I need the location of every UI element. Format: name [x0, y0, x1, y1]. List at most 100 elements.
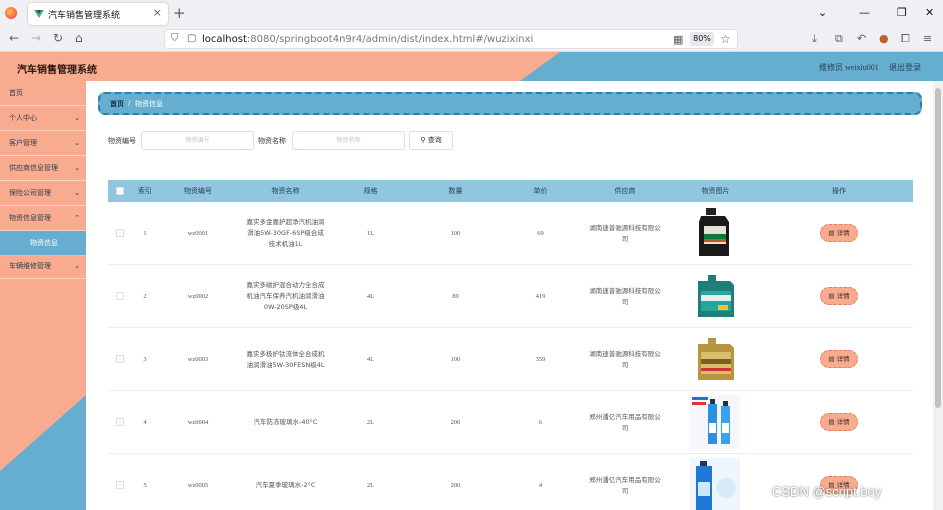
cell-name: 嘉实多极护钛流体全合成机油润滑油5W-30FESN级4L	[246, 349, 325, 369]
logout-link[interactable]: 退出登录	[889, 62, 921, 73]
sidebar-item-label: 保险公司管理	[9, 189, 51, 197]
breadcrumb-current: 物资信息	[135, 100, 163, 108]
cell-name: 汽车防冻玻璃水-40°C	[253, 418, 318, 426]
detail-button[interactable]: ▤ 详情	[820, 350, 858, 368]
app-menu-icon[interactable]: ≡	[923, 32, 932, 45]
cell-qty: 200	[450, 419, 461, 426]
download-icon[interactable]: ⤓	[812, 32, 817, 46]
sidebar-item-label: 车辆维修管理	[9, 262, 51, 270]
detail-button[interactable]: ▤ 详情	[820, 287, 858, 305]
sidebar-item-customers[interactable]: 客户管理 ⌄	[0, 131, 86, 156]
cell-price: 419	[535, 293, 546, 300]
minimize-icon[interactable]: —	[859, 6, 870, 19]
cell-spec: 4L	[366, 356, 375, 363]
cell-supplier: 郑州潘亿汽车用品有限公司	[589, 475, 661, 495]
sidebar-item-insurers[interactable]: 保险公司管理 ⌄	[0, 181, 86, 206]
name-filter-input[interactable]: 物资名称	[292, 131, 405, 150]
chevron-up-icon: ⌃	[74, 214, 80, 222]
page-info-icon[interactable]: ▢	[187, 33, 196, 44]
restore-icon[interactable]: ❐	[897, 6, 907, 19]
close-window-icon[interactable]: ✕	[925, 6, 934, 19]
row-checkbox[interactable]	[116, 229, 124, 237]
sidebar: 首页 个人中心 ⌄ 客户管理 ⌄ 供应商信息管理 ⌄ 保险公司管理 ⌄ 物资信息管理 ⌃ …	[0, 81, 86, 510]
cell-supplier: 湖南速普驰源科技有限公司	[589, 286, 661, 306]
cell-price: 69	[537, 230, 544, 237]
blue-washer-bottles-image[interactable]	[690, 395, 740, 449]
name-filter-label: 物资名称	[258, 137, 286, 145]
row-checkbox[interactable]	[116, 418, 124, 426]
cell-supplier: 郑州潘亿汽车用品有限公司	[589, 412, 661, 432]
qr-code-icon[interactable]: ▦	[673, 33, 683, 46]
cell-supplier: 湖南速普驰源科技有限公司	[589, 349, 661, 369]
cell-index: 5	[143, 482, 147, 489]
current-user: 维修员 weixiu001	[819, 63, 879, 72]
chevron-down-icon: ⌄	[74, 114, 80, 122]
zoom-level[interactable]: 80%	[690, 32, 714, 46]
sidebar-item-label: 供应商信息管理	[9, 164, 58, 172]
sidebar-item-home[interactable]: 首页	[0, 81, 86, 106]
tab-list-icon[interactable]: ⌄	[818, 6, 827, 19]
detail-button[interactable]: ▤ 详情	[820, 413, 858, 431]
new-tab-icon[interactable]: +	[173, 4, 186, 22]
search-button[interactable]: ⚲ 查询	[409, 131, 453, 150]
undo-icon[interactable]: ↶	[857, 32, 866, 45]
blue-washer-bottle-image[interactable]	[690, 458, 740, 510]
th-index: 索引	[138, 187, 152, 195]
breadcrumb-home[interactable]: 首页	[110, 99, 124, 109]
row-checkbox[interactable]	[116, 355, 124, 363]
main-content: 首页 / 物资信息 物资编号 物资编号 物资名称 物资名称 ⚲ 查询 索引 物资…	[86, 81, 933, 510]
back-icon[interactable]: ←	[9, 31, 19, 45]
sidebar-item-repairs[interactable]: 车辆维修管理 ⌄	[0, 254, 86, 279]
cell-supplier: 湖南速普驰源科技有限公司	[589, 223, 661, 243]
url-text[interactable]: localhost:8080/springboot4n9r4/admin/dis…	[202, 34, 533, 45]
cell-qty: 200	[450, 482, 461, 489]
firefox-menu-icon[interactable]	[5, 7, 17, 19]
browser-tab[interactable]: 汽车销售管理系统 ×	[28, 3, 168, 25]
forward-icon[interactable]: →	[31, 31, 41, 45]
sidebar-item-personal-center[interactable]: 个人中心 ⌄	[0, 106, 86, 131]
gold-oil-jug-image[interactable]	[690, 332, 740, 386]
th-code: 物资编号	[184, 187, 212, 195]
url-bar[interactable]: ⛉ ▢ localhost:8080/springboot4n9r4/admin…	[164, 29, 738, 49]
shield-icon[interactable]: ⛉	[171, 33, 179, 44]
row-checkbox[interactable]	[116, 292, 124, 300]
scrollbar-thumb[interactable]	[935, 88, 941, 408]
cell-spec: 1L	[366, 230, 375, 237]
teal-oil-jug-image[interactable]	[690, 269, 740, 323]
sidebar-item-label: 客户管理	[9, 139, 37, 147]
cell-index: 3	[143, 356, 147, 363]
cell-spec: 4L	[366, 293, 375, 300]
extensions-puzzle-icon[interactable]: ⧠	[901, 32, 910, 46]
extension-fox-icon[interactable]: ●	[879, 32, 889, 45]
black-oil-bottle-image[interactable]	[690, 206, 740, 260]
detail-button[interactable]: ▤ 详情	[820, 224, 858, 242]
sidebar-item-suppliers[interactable]: 供应商信息管理 ⌄	[0, 156, 86, 181]
chevron-down-icon: ⌄	[74, 189, 80, 197]
chevron-down-icon: ⌄	[74, 262, 80, 270]
select-all-checkbox[interactable]	[116, 187, 124, 195]
sidebar-item-label: 物资信息	[30, 239, 58, 247]
breadcrumb-separator: /	[128, 99, 131, 107]
bookmark-star-icon[interactable]: ☆	[720, 32, 731, 46]
app-title: 汽车销售管理系统	[17, 65, 97, 76]
sidebar-item-materials[interactable]: 物资信息	[0, 231, 86, 256]
th-name: 物资名称	[271, 187, 300, 195]
cell-price: 359	[535, 356, 546, 363]
detail-button-label: 详情	[836, 292, 850, 300]
cell-name: 嘉实多金嘉护超净汽机油润滑油5W-30GF-6SP级合成技术机油1L	[246, 218, 325, 248]
th-qty: 数量	[448, 187, 463, 195]
search-icon: ⚲	[420, 136, 426, 144]
code-filter-input[interactable]: 物资编号	[141, 131, 254, 150]
tab-bar: 汽车销售管理系统 × + ⌄ — ❐ ✕	[0, 0, 943, 26]
document-icon: ▤	[828, 355, 835, 363]
table-header: 索引 物资编号 物资名称 规格 数量 单价 供应商 物资图片 操作	[108, 180, 913, 202]
reload-icon[interactable]: ↻	[53, 31, 63, 45]
table-row: 4 wz0004 汽车防冻玻璃水-40°C 2L 200 6 郑州潘亿汽车用品有…	[108, 391, 913, 454]
close-tab-icon[interactable]: ×	[153, 6, 162, 19]
chevron-down-icon: ⌄	[74, 139, 80, 147]
home-icon[interactable]: ⌂	[75, 31, 83, 45]
screenshot-crop-icon[interactable]: ⧉	[835, 32, 843, 46]
th-supplier: 供应商	[614, 187, 636, 195]
sidebar-item-materials-mgmt[interactable]: 物资信息管理 ⌃	[0, 206, 86, 231]
row-checkbox[interactable]	[116, 481, 124, 489]
